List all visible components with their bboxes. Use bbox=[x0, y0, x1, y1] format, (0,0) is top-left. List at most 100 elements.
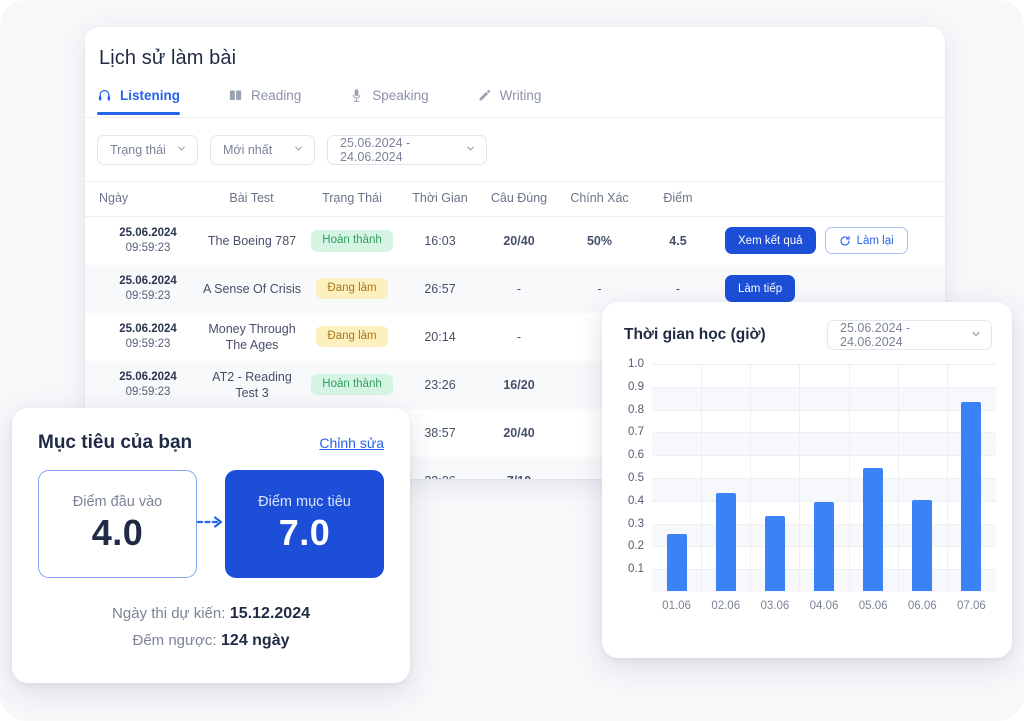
sort-filter-select[interactable]: Mới nhất bbox=[210, 135, 315, 165]
cell-duration: 23:26 bbox=[399, 457, 481, 480]
entry-score-box: Điểm đầu vào 4.0 bbox=[38, 470, 197, 578]
date-value: 25.06.2024 bbox=[119, 226, 177, 239]
retry-test-button[interactable]: Làm lại bbox=[824, 227, 908, 255]
tab-writing[interactable]: Writing bbox=[477, 88, 541, 114]
goal-header: Mục tiêu của bạn Chỉnh sửa bbox=[12, 408, 410, 454]
chart-header: Thời gian học (giờ) 25.06.2024 - 24.06.2… bbox=[602, 302, 1012, 350]
x-axis-tick: 02.06 bbox=[711, 600, 741, 612]
cell-status: Đang làm bbox=[305, 313, 399, 361]
microphone-icon bbox=[349, 88, 364, 103]
time-of-day-value: 09:59:23 bbox=[125, 337, 171, 350]
x-axis: 01.06 02.06 03.06 04.06 05.06 06.06 07.06 bbox=[652, 600, 996, 612]
chart-bar[interactable] bbox=[764, 515, 785, 591]
sort-filter-value: Mới nhất bbox=[223, 143, 273, 157]
status-badge: Đang làm bbox=[316, 277, 388, 300]
chart-bar[interactable] bbox=[666, 534, 687, 591]
y-axis-tick: 0.7 bbox=[628, 426, 644, 439]
goal-title: Mục tiêu của bạn bbox=[38, 432, 193, 453]
page-title: Lịch sử làm bài bbox=[99, 47, 237, 69]
status-badge: Hoàn thành bbox=[311, 230, 393, 252]
y-axis-tick: 0.9 bbox=[628, 380, 644, 393]
button-label: Làm lại bbox=[856, 234, 894, 247]
status-badge: Đang làm bbox=[316, 325, 388, 348]
cell-correct: - bbox=[516, 281, 522, 296]
progress-arrow bbox=[196, 515, 225, 534]
y-axis: 0.1 0.2 0.3 0.4 0.5 0.6 0.7 0.8 0.9 1.0 bbox=[618, 358, 648, 592]
cell-status: Hoàn thành bbox=[305, 217, 399, 265]
time-of-day-value: 09:59:23 bbox=[125, 289, 171, 302]
bar-slot bbox=[947, 363, 996, 591]
cell-duration: 16:03 bbox=[424, 233, 456, 248]
cell-date: 25.06.2024 09:59:23 bbox=[85, 217, 198, 265]
button-label: Xem kết quả bbox=[738, 234, 803, 247]
status-badge: Hoàn thành bbox=[311, 373, 393, 396]
x-axis-tick: 01.06 bbox=[662, 600, 691, 612]
cell-duration: 26:57 bbox=[424, 281, 456, 296]
countdown-value: 124 ngày bbox=[221, 632, 290, 649]
chart-bar[interactable] bbox=[961, 401, 982, 591]
target-score-value: 7.0 bbox=[278, 512, 331, 553]
exam-date-value: 15.12.2024 bbox=[229, 605, 310, 622]
bar-series bbox=[652, 363, 996, 591]
tab-label: Reading bbox=[251, 87, 302, 103]
cell-correct: - bbox=[516, 329, 522, 344]
cell-test-name: The Boeing 787 bbox=[207, 233, 297, 248]
column-header-actions bbox=[714, 181, 945, 217]
chevron-down-icon bbox=[176, 143, 187, 157]
button-label: Làm tiếp bbox=[738, 282, 783, 295]
plot-canvas bbox=[652, 364, 996, 592]
chevron-down-icon bbox=[465, 143, 476, 157]
cell-actions: Xem kết quả Làm lại bbox=[714, 217, 945, 265]
chart-bar[interactable] bbox=[863, 467, 884, 591]
date-value: 25.06.2024 bbox=[119, 322, 177, 335]
status-filter-value: Trạng thái bbox=[110, 143, 166, 157]
y-axis-tick: 0.6 bbox=[628, 449, 644, 462]
tab-speaking[interactable]: Speaking bbox=[349, 87, 429, 114]
bar-slot bbox=[799, 363, 848, 591]
edit-goal-link[interactable]: Chỉnh sửa bbox=[319, 435, 384, 451]
x-axis-tick: 07.06 bbox=[957, 600, 986, 612]
pencil-icon bbox=[477, 88, 492, 103]
column-header-duration: Thời Gian bbox=[399, 181, 481, 217]
y-axis-tick: 0.5 bbox=[628, 472, 644, 484]
table-header: Ngày Bài Test Trạng Thái Thời Gian Câu Đ… bbox=[85, 181, 945, 217]
y-axis-tick: 0.4 bbox=[628, 494, 644, 507]
chart-bar[interactable] bbox=[715, 492, 736, 591]
chart-bar[interactable] bbox=[912, 499, 933, 591]
x-axis-tick: 04.06 bbox=[809, 600, 839, 612]
cell-duration: 23:26 bbox=[424, 377, 456, 392]
bar-slot bbox=[750, 363, 799, 591]
column-header-score: Điểm bbox=[642, 181, 714, 217]
cell-date: 25.06.2024 09:59:23 bbox=[85, 265, 198, 313]
chart-plot-area: 0.1 0.2 0.3 0.4 0.5 0.6 0.7 0.8 0.9 1.0 01.06 02.0… bbox=[618, 358, 996, 622]
bar-slot bbox=[701, 363, 750, 591]
view-result-button[interactable]: Xem kết quả bbox=[725, 227, 816, 255]
column-header-status: Trạng Thái bbox=[305, 181, 399, 217]
date-range-filter-select[interactable]: 25.06.2024 - 24.06.2024 bbox=[327, 135, 487, 165]
dashed-arrow-icon bbox=[196, 515, 225, 534]
headphones-icon bbox=[97, 88, 112, 103]
status-filter-select[interactable]: Trạng thái bbox=[97, 135, 198, 165]
target-score-label: Điểm mục tiêu bbox=[258, 494, 351, 510]
date-range-value: 25.06.2024 - 24.06.2024 bbox=[340, 136, 411, 164]
entry-score-value: 4.0 bbox=[91, 512, 144, 553]
tab-label: Speaking bbox=[372, 87, 429, 103]
chevron-down-icon bbox=[970, 328, 982, 343]
cell-duration: 20:14 bbox=[424, 329, 456, 344]
column-header-date: Ngày bbox=[85, 181, 198, 217]
chart-date-range-select[interactable]: 25.06.2024 - 24.06.2024 bbox=[827, 320, 992, 350]
cell-score: 4.5 bbox=[669, 233, 687, 248]
continue-test-button[interactable]: Làm tiếp bbox=[725, 275, 796, 302]
column-header-correct: Câu Đúng bbox=[481, 181, 557, 217]
x-axis-tick: 03.06 bbox=[760, 600, 790, 612]
date-value: 25.06.2024 bbox=[119, 370, 177, 383]
table-row[interactable]: 25.06.2024 09:59:23 The Boeing 787 Hoàn thà… bbox=[85, 217, 945, 265]
app-root: Lịch sử làm bài Listening Reading Speaki… bbox=[0, 0, 1024, 721]
tab-listening[interactable]: Listening bbox=[97, 88, 180, 115]
entry-score-label: Điểm đầu vào bbox=[72, 494, 163, 510]
tab-reading[interactable]: Reading bbox=[228, 88, 301, 114]
y-axis-tick: 0.2 bbox=[628, 540, 644, 553]
x-axis-tick: 05.06 bbox=[858, 600, 888, 612]
chart-bar[interactable] bbox=[813, 502, 834, 591]
cell-correct: 16/20 bbox=[503, 377, 535, 392]
